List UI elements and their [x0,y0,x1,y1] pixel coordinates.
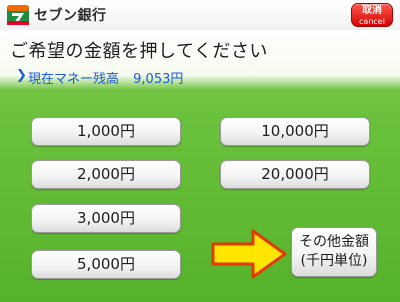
top-bar: セブン銀行 取消 cancel [0,0,400,31]
seven-bank-logo [7,5,29,25]
pointing-arrow-icon [211,229,287,279]
brand-name: セブン銀行 [34,8,107,24]
amount-3000-button[interactable]: 3,000円 [31,204,181,233]
amount-1000-button[interactable]: 1,000円 [31,117,181,146]
page-title: ご希望の金額を押してください [10,41,268,62]
amount-2000-button[interactable]: 2,000円 [31,160,181,189]
other-amount-unit: (千円単位) [300,253,368,269]
balance-label: 現在マネー残高 [28,72,120,87]
balance-line: ❯ 現在マネー残高 9,053円 [16,68,184,87]
amount-5000-button[interactable]: 5,000円 [31,250,181,279]
cancel-label-jp: 取消 [362,5,382,16]
cancel-label-en: cancel [359,17,385,26]
other-amount-button[interactable]: その他金額 (千円単位) [291,227,377,277]
cancel-button[interactable]: 取消 cancel [351,3,393,27]
chevron-right-icon: ❯ [16,68,27,83]
atm-screen: セブン銀行 取消 cancel ご希望の金額を押してください ❯ 現在マネー残高… [0,0,400,302]
amount-20000-button[interactable]: 20,000円 [220,160,370,189]
amount-10000-button[interactable]: 10,000円 [220,117,370,146]
other-amount-label: その他金額 [299,234,369,250]
balance-value: 9,053円 [133,72,184,87]
